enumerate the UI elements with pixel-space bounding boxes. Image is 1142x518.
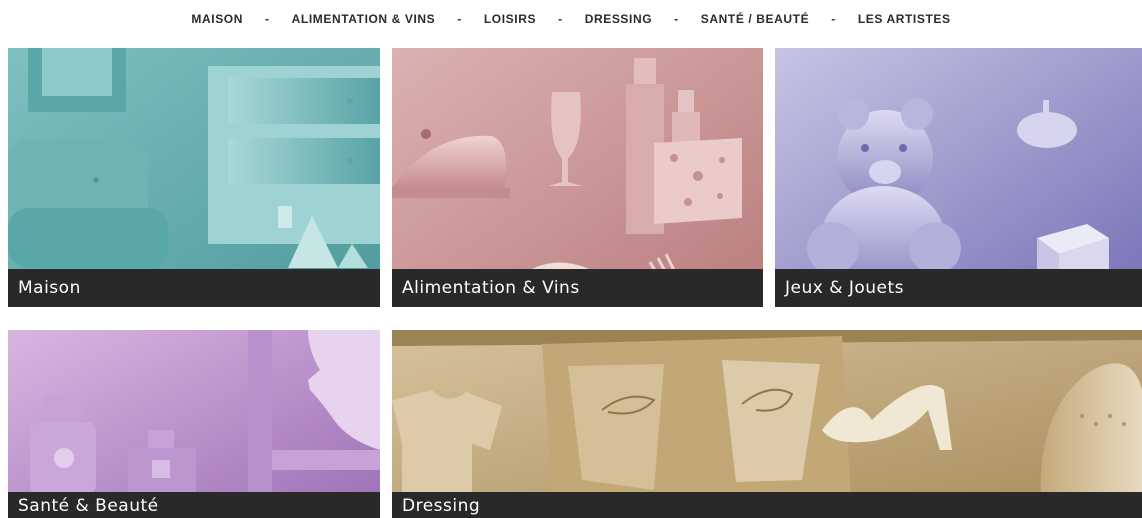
nav-item-loisirs[interactable]: LOISIRS [478, 12, 542, 26]
nav-item-sante-beaute[interactable]: SANTÉ / BEAUTÉ [695, 12, 815, 26]
category-tile-alimentation-vins[interactable]: Alimentation & Vins [392, 48, 763, 307]
tile-caption: Jeux & Jouets [775, 269, 1142, 307]
tile-caption: Maison [8, 269, 380, 307]
nav-separator: - [265, 12, 270, 26]
top-navigation: MAISON - ALIMENTATION & VINS - LOISIRS -… [0, 0, 1142, 38]
tile-caption: Alimentation & Vins [392, 269, 763, 307]
tile-caption: Dressing [392, 492, 1142, 518]
nav-separator: - [558, 12, 563, 26]
clothing-illustration [392, 330, 1142, 518]
nav-separator: - [831, 12, 836, 26]
tile-caption: Santé & Beauté [8, 492, 380, 518]
nav-item-alimentation-vins[interactable]: ALIMENTATION & VINS [286, 12, 442, 26]
nav-item-maison[interactable]: MAISON [185, 12, 249, 26]
beauty-illustration [8, 330, 380, 518]
nav-separator: - [674, 12, 679, 26]
category-tile-maison[interactable]: Maison [8, 48, 380, 307]
category-tile-dressing[interactable]: Dressing [392, 330, 1142, 518]
category-tile-sante-beaute[interactable]: Santé & Beauté [8, 330, 380, 518]
category-tile-jeux-jouets[interactable]: Jeux & Jouets [775, 48, 1142, 307]
nav-item-dressing[interactable]: DRESSING [579, 12, 658, 26]
nav-item-les-artistes[interactable]: LES ARTISTES [852, 12, 957, 26]
nav-separator: - [457, 12, 462, 26]
